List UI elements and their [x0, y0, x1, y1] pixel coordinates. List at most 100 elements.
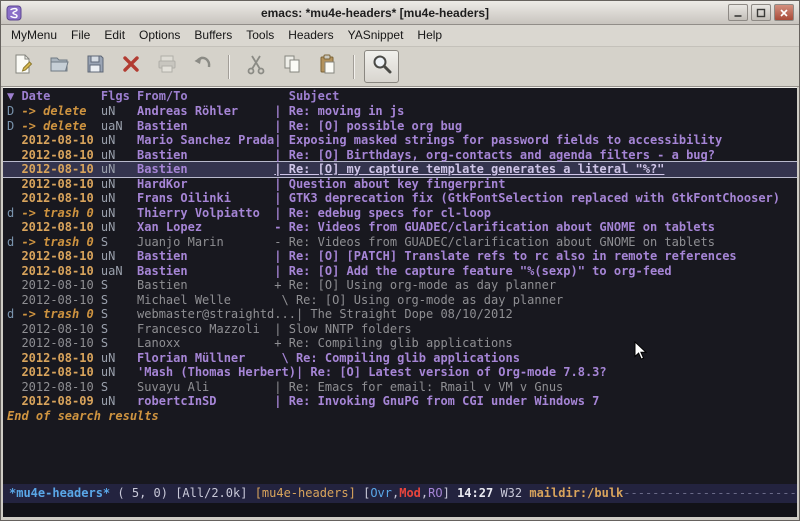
- menu-mymenu[interactable]: MyMenu: [4, 25, 64, 46]
- message-date: 2012-08-09: [21, 394, 100, 409]
- message-subject: | Exposing masked strings for password f…: [274, 133, 722, 148]
- message-flags: S: [101, 380, 137, 395]
- message-date: -> trash 0: [21, 206, 100, 221]
- search-icon: [371, 53, 393, 80]
- column-header-from[interactable]: From/To: [137, 89, 274, 104]
- message-row[interactable]: 2012-08-10SBastien+ Re: [O] Using org-mo…: [3, 278, 797, 293]
- message-subject: | Re: [O] my capture template generates …: [274, 162, 664, 177]
- paste-button[interactable]: [311, 51, 344, 82]
- search-button[interactable]: [364, 50, 399, 83]
- message-row[interactable]: 2012-08-10uNXan Lopez- Re: Videos from G…: [3, 220, 797, 235]
- message-date: 2012-08-10: [21, 220, 100, 235]
- menu-file[interactable]: File: [64, 25, 97, 46]
- modeline-major-mode: [mu4e-headers]: [255, 486, 356, 500]
- menu-edit[interactable]: Edit: [97, 25, 132, 46]
- copy-button[interactable]: [275, 51, 308, 82]
- cut-button[interactable]: [239, 51, 272, 82]
- menu-help[interactable]: Help: [410, 25, 449, 46]
- modeline-window-id: W32: [500, 486, 522, 500]
- message-from: Bastien: [137, 249, 274, 264]
- message-row[interactable]: 2012-08-09uNrobertcInSD| Re: Invoking Gn…: [3, 394, 797, 409]
- minimize-button[interactable]: [728, 4, 748, 21]
- window-icon[interactable]: [6, 5, 22, 21]
- message-row[interactable]: 2012-08-10uNFlorian Müllner \ Re: Compil…: [3, 351, 797, 366]
- message-row[interactable]: 2012-08-10uNBastien| Re: [O] Birthdays, …: [3, 148, 797, 163]
- message-list: D-> deleteuNAndreas Röhler| Re: moving i…: [3, 104, 797, 409]
- message-subject: + Re: [O] Using org-mode as day planner: [274, 278, 556, 293]
- undo-button[interactable]: [186, 51, 219, 82]
- modeline-filler-dashes: ----------------------------------------: [623, 486, 797, 500]
- menu-buffers[interactable]: Buffers: [187, 25, 239, 46]
- menu-yasnippet[interactable]: YASnippet: [341, 25, 411, 46]
- print-button[interactable]: [150, 51, 183, 82]
- save-button[interactable]: [78, 51, 111, 82]
- message-flags: S: [101, 235, 137, 250]
- message-row[interactable]: 2012-08-10SLanoxx+ Re: Compiling glib ap…: [3, 336, 797, 351]
- close-button[interactable]: [774, 4, 794, 21]
- message-date: -> delete: [21, 119, 100, 134]
- mu4e-headers-buffer: ▼DateFlgsFrom/ToSubject D-> deleteuNAndr…: [3, 87, 797, 517]
- echo-area[interactable]: [3, 503, 797, 517]
- sort-direction-icon[interactable]: ▼: [7, 89, 21, 104]
- mode-line[interactable]: *mu4e-headers* ( 5, 0) [All/2.0k] [mu4e-…: [3, 484, 797, 503]
- message-row[interactable]: 2012-08-10SFrancesco Mazzoli| Slow NNTP …: [3, 322, 797, 337]
- message-subject: | Re: Invoking GnuPG from CGI under Wind…: [274, 394, 599, 409]
- modeline-clock: 14:27: [457, 486, 493, 500]
- message-date: 2012-08-10: [21, 264, 100, 279]
- maximize-button[interactable]: [751, 4, 771, 21]
- message-row[interactable]: 2012-08-10SMichael Welle \ Re: [O] Using…: [3, 293, 797, 308]
- new-file-button[interactable]: [6, 51, 39, 82]
- message-from: Bastien: [137, 278, 274, 293]
- message-row[interactable]: d-> trash 0Swebmaster@straightd...| The …: [3, 307, 797, 322]
- menu-tools[interactable]: Tools: [239, 25, 281, 46]
- message-flags: S: [101, 322, 137, 337]
- message-subject: \ Re: Compiling glib applications: [274, 351, 520, 366]
- message-row[interactable]: d-> trash 0SJuanjo Marin- Re: Videos fro…: [3, 235, 797, 250]
- message-date: 2012-08-10: [21, 278, 100, 293]
- emacs-window: emacs: *mu4e-headers* [mu4e-headers] MyM…: [0, 0, 800, 521]
- titlebar[interactable]: emacs: *mu4e-headers* [mu4e-headers]: [1, 1, 799, 25]
- window-title: emacs: *mu4e-headers* [mu4e-headers]: [27, 6, 723, 20]
- column-header-date[interactable]: Date: [21, 89, 100, 104]
- modeline-readonly-flag: RO: [428, 486, 442, 500]
- message-row[interactable]: 2012-08-10uNHardKor| Question about key …: [3, 177, 797, 192]
- message-row[interactable]: 2012-08-10uN'Mash (Thomas Herbert)| Re: …: [3, 365, 797, 380]
- undo-icon: [192, 53, 214, 80]
- message-flags: S: [101, 278, 137, 293]
- message-row[interactable]: 2012-08-10uaNBastien| Re: [O] Add the ca…: [3, 264, 797, 279]
- message-row[interactable]: d-> trash 0uNThierry Volpiatto| Re: edeb…: [3, 206, 797, 221]
- column-header-subject[interactable]: Subject: [289, 89, 340, 104]
- menu-headers[interactable]: Headers: [281, 25, 340, 46]
- column-header-flags[interactable]: Flgs: [101, 89, 137, 104]
- menu-options[interactable]: Options: [132, 25, 187, 46]
- end-of-results-message: End of search results: [3, 409, 797, 424]
- message-mark: D: [7, 119, 21, 134]
- message-row[interactable]: D-> deleteuNAndreas Röhler| Re: moving i…: [3, 104, 797, 119]
- message-from: Andreas Röhler: [137, 104, 274, 119]
- kill-buffer-button[interactable]: [114, 51, 147, 82]
- message-date: 2012-08-10: [21, 380, 100, 395]
- message-from: Frans Oilinki: [137, 191, 274, 206]
- message-subject: | Re: Emacs for email: Rmail v VM v Gnus: [274, 380, 563, 395]
- message-from: Juanjo Marin: [137, 235, 274, 250]
- message-date: -> trash 0: [21, 307, 100, 322]
- menu-bar: MyMenuFileEditOptionsBuffersToolsHeaders…: [1, 25, 799, 47]
- message-row[interactable]: 2012-08-10SSuvayu Ali| Re: Emacs for ema…: [3, 380, 797, 395]
- message-row[interactable]: D-> deleteuaNBastien| Re: [O] possible o…: [3, 119, 797, 134]
- message-subject: | Re: moving in js: [274, 104, 404, 119]
- message-flags: uN: [101, 148, 137, 163]
- message-row[interactable]: 2012-08-10uNMario Sanchez Prada| Exposin…: [3, 133, 797, 148]
- message-row[interactable]: 2012-08-10uNBastien| Re: [O] my capture …: [3, 162, 797, 177]
- open-folder-button[interactable]: [42, 51, 75, 82]
- message-flags: uN: [101, 394, 137, 409]
- message-date: 2012-08-10: [21, 322, 100, 337]
- message-row[interactable]: 2012-08-10uNBastien| Re: [O] [PATCH] Tra…: [3, 249, 797, 264]
- header-line: ▼DateFlgsFrom/To Subject: [3, 88, 797, 104]
- message-subject: | Re: [O] Latest version of Org-mode 7.8…: [296, 365, 607, 380]
- message-from: webmaster@straightd...: [137, 307, 296, 322]
- message-row[interactable]: 2012-08-10uNFrans Oilinki| GTK3 deprecat…: [3, 191, 797, 206]
- paste-icon: [317, 53, 339, 80]
- message-subject: | Question about key fingerprint: [274, 177, 505, 192]
- modeline-overwrite-flag: Ovr: [370, 486, 392, 500]
- message-flags: uN: [101, 220, 137, 235]
